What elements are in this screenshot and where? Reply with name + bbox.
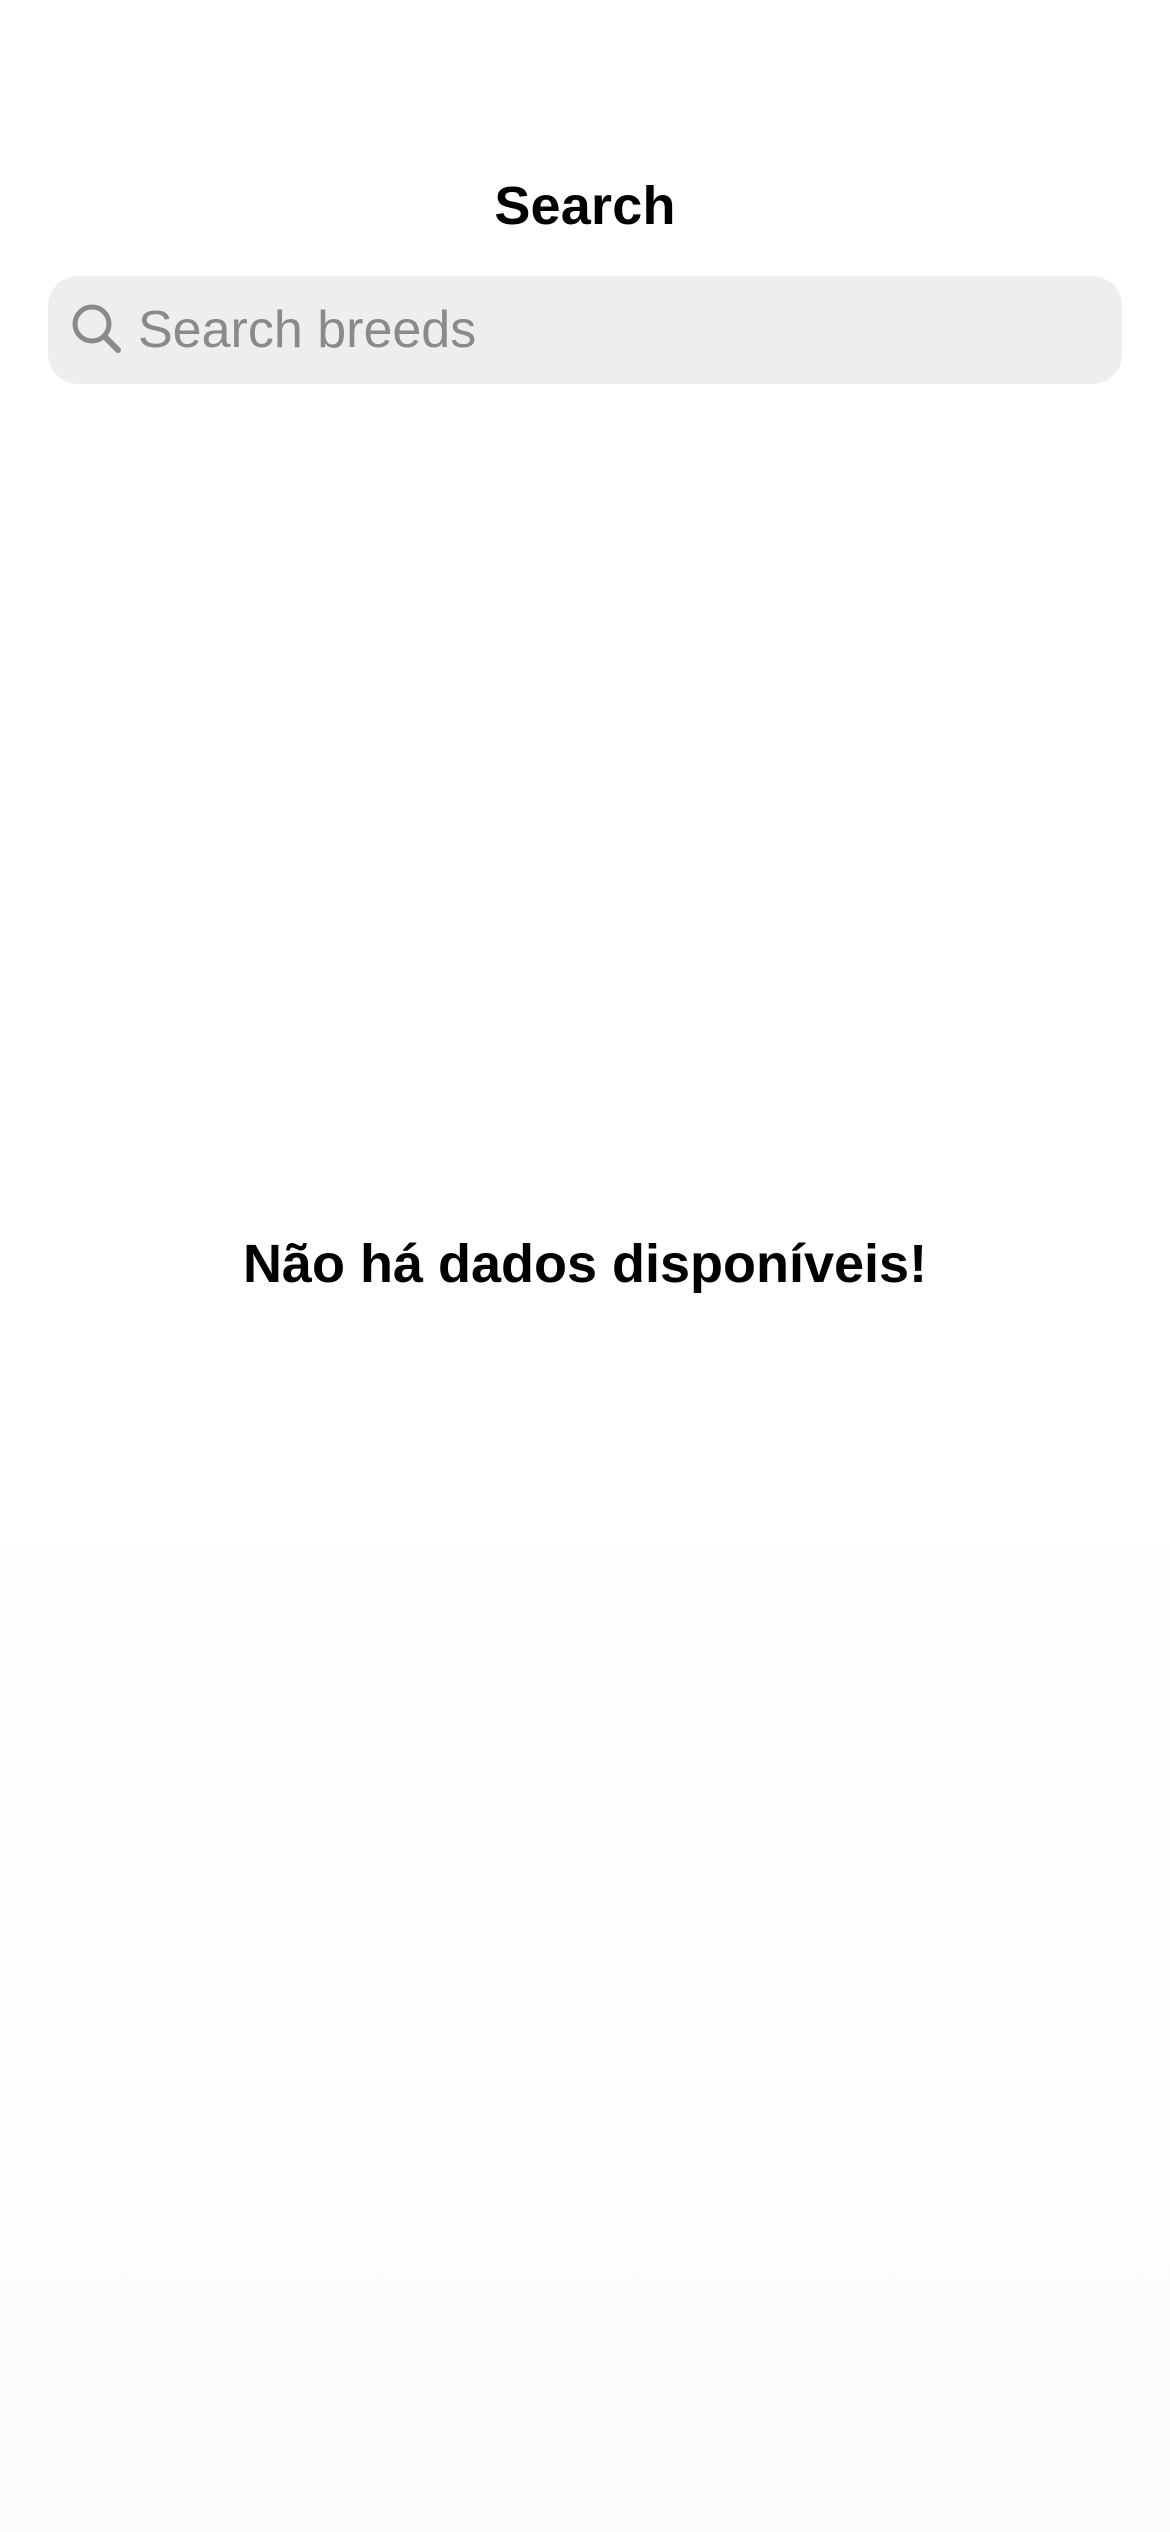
empty-state-message: Não há dados disponíveis! xyxy=(242,1234,928,1294)
search-screen: Search Não há dados disponíveis! xyxy=(0,0,1170,2532)
page-title: Search xyxy=(494,176,676,236)
search-input[interactable] xyxy=(136,276,1096,384)
search-icon xyxy=(70,302,126,358)
search-bar[interactable] xyxy=(48,276,1122,384)
